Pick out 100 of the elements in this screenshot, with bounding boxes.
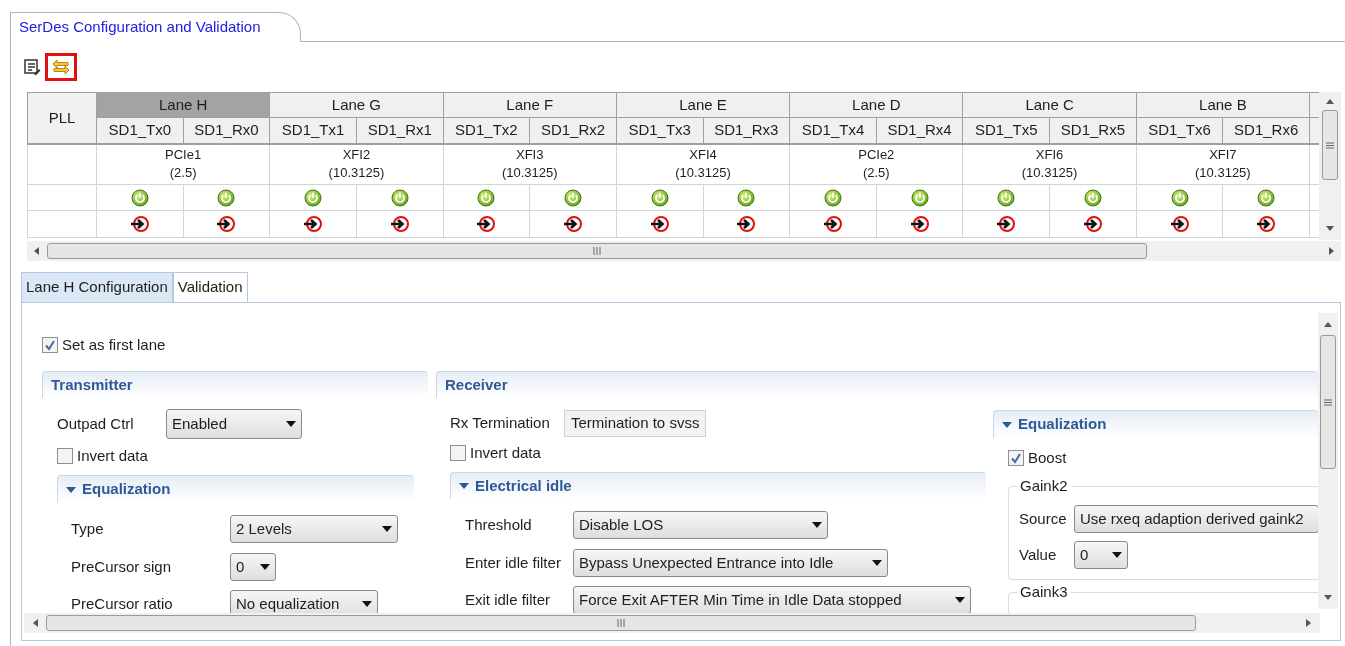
section-header[interactable]: Equalization xyxy=(993,410,1318,438)
scrollbar-thumb[interactable] xyxy=(1322,110,1338,180)
column-header[interactable]: SD1_Tx6 xyxy=(1136,117,1223,144)
power-icon[interactable] xyxy=(390,188,409,207)
column-header[interactable]: SD1_Rx4 xyxy=(876,117,963,144)
scroll-left-icon[interactable] xyxy=(32,619,38,627)
edit-list-icon[interactable] xyxy=(23,58,41,76)
column-header[interactable]: SD1_Rx5 xyxy=(1049,117,1137,144)
checkbox-label: Set as first lane xyxy=(62,334,166,355)
column-header[interactable]: SD1_Tx4 xyxy=(789,117,877,144)
arrow-circle-icon[interactable] xyxy=(563,215,584,233)
column-header[interactable]: PLL xyxy=(27,92,97,144)
field-label: PreCursor ratio xyxy=(71,593,174,613)
column-header[interactable]: Lane C xyxy=(962,92,1137,118)
scroll-right-icon[interactable] xyxy=(1306,619,1312,627)
column-header[interactable]: SD1_Rx0 xyxy=(183,117,270,144)
section-title: Equalization xyxy=(82,479,171,500)
dropdown[interactable]: 0 xyxy=(230,553,276,581)
dropdown[interactable]: 2 Levels xyxy=(230,515,398,543)
collapse-triangle-icon[interactable] xyxy=(66,486,76,493)
scroll-up-icon[interactable] xyxy=(1324,321,1332,327)
checkbox[interactable] xyxy=(57,448,73,464)
collapse-triangle-icon[interactable] xyxy=(1002,421,1012,428)
horizontal-scrollbar[interactable] xyxy=(24,613,1320,633)
dropdown[interactable]: Disable LOS xyxy=(573,511,828,539)
column-header[interactable]: SD1_Tx0 xyxy=(96,117,184,144)
arrow-circle-icon[interactable] xyxy=(1256,215,1277,233)
dropdown[interactable]: Force Exit AFTER Min Time in Idle Data stopped xyxy=(573,586,971,613)
column-header[interactable]: SD1_Rx3 xyxy=(703,117,790,144)
power-icon[interactable] xyxy=(997,188,1016,207)
arrow-circle-icon[interactable] xyxy=(822,215,843,233)
horizontal-scrollbar[interactable] xyxy=(27,241,1341,261)
dropdown[interactable]: Enabled xyxy=(166,409,302,439)
tab[interactable]: Lane H Configuration xyxy=(21,272,173,302)
scroll-down-icon[interactable] xyxy=(1324,595,1332,601)
scrollbar-thumb[interactable] xyxy=(47,243,1147,259)
arrow-circle-icon[interactable] xyxy=(909,215,930,233)
scroll-right-icon[interactable] xyxy=(1329,247,1335,255)
arrow-circle-icon[interactable] xyxy=(216,215,237,233)
rate-label: (10.3125) xyxy=(1194,164,1252,183)
power-icon[interactable] xyxy=(564,188,583,207)
section-title: Equalization xyxy=(1018,414,1107,435)
power-icon[interactable] xyxy=(477,188,496,207)
scroll-down-icon[interactable] xyxy=(1326,226,1334,232)
arrow-circle-icon[interactable] xyxy=(649,215,670,233)
dropdown[interactable]: Use rxeq adaption derived gaink2 xyxy=(1074,505,1318,533)
column-header[interactable]: SD1_Rx6 xyxy=(1222,117,1310,144)
arrow-circle-icon[interactable] xyxy=(1169,215,1190,233)
power-icon[interactable] xyxy=(1257,188,1276,207)
column-header[interactable]: Lane G xyxy=(269,92,444,118)
protocol-label: PCIe1 xyxy=(164,146,203,165)
column-header[interactable]: SD1_Tx5 xyxy=(962,117,1050,144)
field-label: PreCursor sign xyxy=(71,556,173,577)
checkbox[interactable] xyxy=(42,337,58,353)
column-header[interactable]: SD1_Tx1 xyxy=(269,117,357,144)
column-header[interactable]: Lane H xyxy=(96,92,270,118)
protocol-label: XFI6 xyxy=(1034,146,1065,165)
column-header[interactable]: Lane E xyxy=(616,92,790,118)
dropdown[interactable]: No equalization xyxy=(230,590,378,613)
tab[interactable]: Validation xyxy=(172,272,248,302)
power-icon[interactable] xyxy=(1083,188,1102,207)
checkbox[interactable] xyxy=(1008,450,1024,466)
arrow-circle-icon[interactable] xyxy=(1082,215,1103,233)
column-header[interactable]: Lane B xyxy=(1136,92,1310,118)
arrow-circle-icon[interactable] xyxy=(303,215,324,233)
section-header[interactable]: Equalization xyxy=(57,475,414,503)
scrollbar-thumb[interactable] xyxy=(1320,335,1336,469)
column-header[interactable]: SD1_Tx2 xyxy=(443,117,530,144)
column-header[interactable]: Lane F xyxy=(443,92,617,118)
power-icon[interactable] xyxy=(304,188,323,207)
column-header[interactable]: Lane D xyxy=(789,92,963,118)
column-header[interactable]: SD1_Rx1 xyxy=(356,117,444,144)
power-icon[interactable] xyxy=(823,188,842,207)
vertical-scrollbar[interactable] xyxy=(1319,92,1341,240)
collapse-triangle-icon[interactable] xyxy=(459,483,469,489)
power-icon[interactable] xyxy=(737,188,756,207)
dropdown[interactable]: Bypass Unexpected Entrance into Idle xyxy=(573,549,888,577)
field-label: Threshold xyxy=(465,514,533,535)
column-header[interactable]: SD1_Rx2 xyxy=(529,117,617,144)
scroll-up-icon[interactable] xyxy=(1326,98,1334,104)
power-icon[interactable] xyxy=(130,188,149,207)
arrow-circle-icon[interactable] xyxy=(996,215,1017,233)
power-icon[interactable] xyxy=(650,188,669,207)
scrollbar-thumb[interactable] xyxy=(46,615,1196,631)
arrow-circle-icon[interactable] xyxy=(389,215,410,233)
scroll-left-icon[interactable] xyxy=(33,247,39,255)
power-icon[interactable] xyxy=(217,188,236,207)
checkbox[interactable] xyxy=(450,445,466,461)
arrow-circle-icon[interactable] xyxy=(129,215,150,233)
arrow-circle-icon[interactable] xyxy=(476,215,497,233)
power-icon[interactable] xyxy=(1170,188,1189,207)
dropdown[interactable]: 0 xyxy=(1074,541,1128,569)
column-header[interactable]: SD1_Tx3 xyxy=(616,117,703,144)
swap-arrows-icon[interactable] xyxy=(51,58,71,76)
caret-icon xyxy=(382,526,392,532)
vertical-scrollbar[interactable] xyxy=(1318,313,1338,609)
section-header[interactable]: Electrical idle xyxy=(450,472,986,499)
arrow-circle-icon[interactable] xyxy=(736,215,757,233)
power-icon[interactable] xyxy=(910,188,929,207)
editor-tab[interactable]: SerDes Configuration and Validation xyxy=(11,12,301,42)
